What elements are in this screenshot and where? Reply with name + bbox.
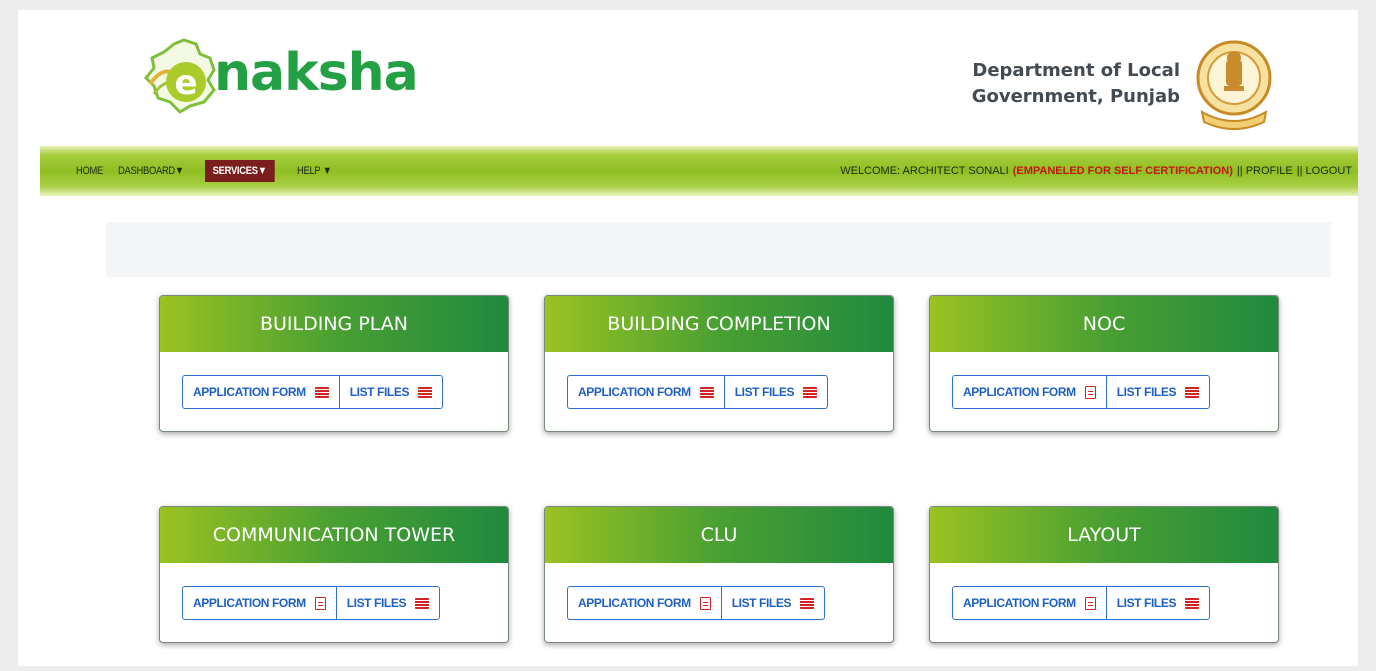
info-bar <box>106 222 1331 277</box>
punjab-map-e-logo-icon: e <box>143 36 222 114</box>
enaksha-logo[interactable]: e naksha <box>143 36 474 114</box>
list-files-button[interactable]: LIST FILES <box>1105 376 1209 408</box>
document-icon <box>1084 385 1096 399</box>
card-title: BUILDING COMPLETION <box>545 296 893 352</box>
button-label: APPLICATION FORM <box>963 596 1076 610</box>
button-label: LIST FILES <box>734 385 795 399</box>
service-card-clu: CLU APPLICATION FORM LIST FILES <box>544 506 894 643</box>
profile-link[interactable]: || PROFILE <box>1237 165 1293 177</box>
nav-services[interactable]: SERVICES▼ <box>205 160 275 182</box>
list-icon <box>418 386 433 398</box>
button-label: APPLICATION FORM <box>578 596 691 610</box>
empaneled-badge: (EMPANELED FOR SELF CERTIFICATION) <box>1012 165 1233 177</box>
logo-text: naksha <box>214 43 419 103</box>
list-icon <box>314 386 329 398</box>
card-title: LAYOUT <box>930 507 1278 563</box>
card-actions: APPLICATION FORM LIST FILES <box>952 586 1211 620</box>
svg-text:e: e <box>174 63 197 103</box>
service-card-noc: NOC APPLICATION FORM LIST FILES <box>929 295 1279 432</box>
nav-home[interactable]: HOME <box>76 165 103 177</box>
service-card-communication-tower: COMMUNICATION TOWER APPLICATION FORM LIS… <box>159 506 509 643</box>
button-label: APPLICATION FORM <box>578 385 691 399</box>
application-form-button[interactable]: APPLICATION FORM <box>183 587 336 619</box>
card-title: NOC <box>930 296 1278 352</box>
list-files-button[interactable]: LIST FILES <box>1105 587 1209 619</box>
document-icon <box>1084 596 1096 610</box>
service-card-building-plan: BUILDING PLAN APPLICATION FORM LIST FILE… <box>159 295 509 432</box>
department-line-2: Government, Punjab <box>971 86 1180 107</box>
button-label: APPLICATION FORM <box>193 596 306 610</box>
button-label: APPLICATION FORM <box>963 385 1076 399</box>
list-icon <box>800 597 815 609</box>
service-card-building-completion: BUILDING COMPLETION APPLICATION FORM LIS… <box>544 295 894 432</box>
list-icon <box>1185 597 1200 609</box>
department-line-1: Department of Local <box>972 60 1180 81</box>
button-label: LIST FILES <box>1116 385 1177 399</box>
card-actions: APPLICATION FORM LIST FILES <box>567 586 826 620</box>
card-actions: APPLICATION FORM LIST FILES <box>182 375 444 409</box>
button-label: LIST FILES <box>1116 596 1177 610</box>
list-icon <box>415 597 430 609</box>
button-label: LIST FILES <box>349 385 410 399</box>
header: e naksha Department of Local Government,… <box>18 10 1358 155</box>
button-label: LIST FILES <box>731 596 792 610</box>
document-icon <box>699 596 711 610</box>
welcome-text: WELCOME: ARCHITECT SONALI <box>840 165 1009 177</box>
list-icon <box>699 386 714 398</box>
card-actions: APPLICATION FORM LIST FILES <box>952 375 1211 409</box>
list-icon <box>1185 386 1200 398</box>
document-icon <box>314 596 326 610</box>
main-navigation: HOME DASHBOARD▼ SERVICES▼ HELP ▼ WELCOME… <box>40 146 1358 196</box>
user-bar: WELCOME: ARCHITECT SONALI (EMPANELED FOR… <box>836 146 1352 196</box>
government-emblem-icon <box>1194 30 1274 138</box>
list-files-button[interactable]: LIST FILES <box>335 587 439 619</box>
button-label: LIST FILES <box>346 596 407 610</box>
application-form-button[interactable]: APPLICATION FORM <box>568 376 724 408</box>
application-form-button[interactable]: APPLICATION FORM <box>953 587 1106 619</box>
department-name: Department of Local Government, Punjab <box>972 58 1180 110</box>
list-files-button[interactable]: LIST FILES <box>723 376 827 408</box>
card-title: BUILDING PLAN <box>160 296 508 352</box>
card-title: COMMUNICATION TOWER <box>160 507 508 563</box>
list-files-button[interactable]: LIST FILES <box>338 376 442 408</box>
logout-link[interactable]: || LOGOUT <box>1297 165 1352 177</box>
card-title: CLU <box>545 507 893 563</box>
nav-dashboard[interactable]: DASHBOARD▼ <box>118 165 184 177</box>
card-actions: APPLICATION FORM LIST FILES <box>567 375 829 409</box>
nav-help[interactable]: HELP ▼ <box>297 165 332 177</box>
application-form-button[interactable]: APPLICATION FORM <box>953 376 1106 408</box>
list-files-button[interactable]: LIST FILES <box>720 587 824 619</box>
service-card-layout: LAYOUT APPLICATION FORM LIST FILES <box>929 506 1279 643</box>
application-form-button[interactable]: APPLICATION FORM <box>183 376 339 408</box>
list-icon <box>803 386 818 398</box>
card-actions: APPLICATION FORM LIST FILES <box>182 586 441 620</box>
application-form-button[interactable]: APPLICATION FORM <box>568 587 721 619</box>
button-label: APPLICATION FORM <box>193 385 306 399</box>
